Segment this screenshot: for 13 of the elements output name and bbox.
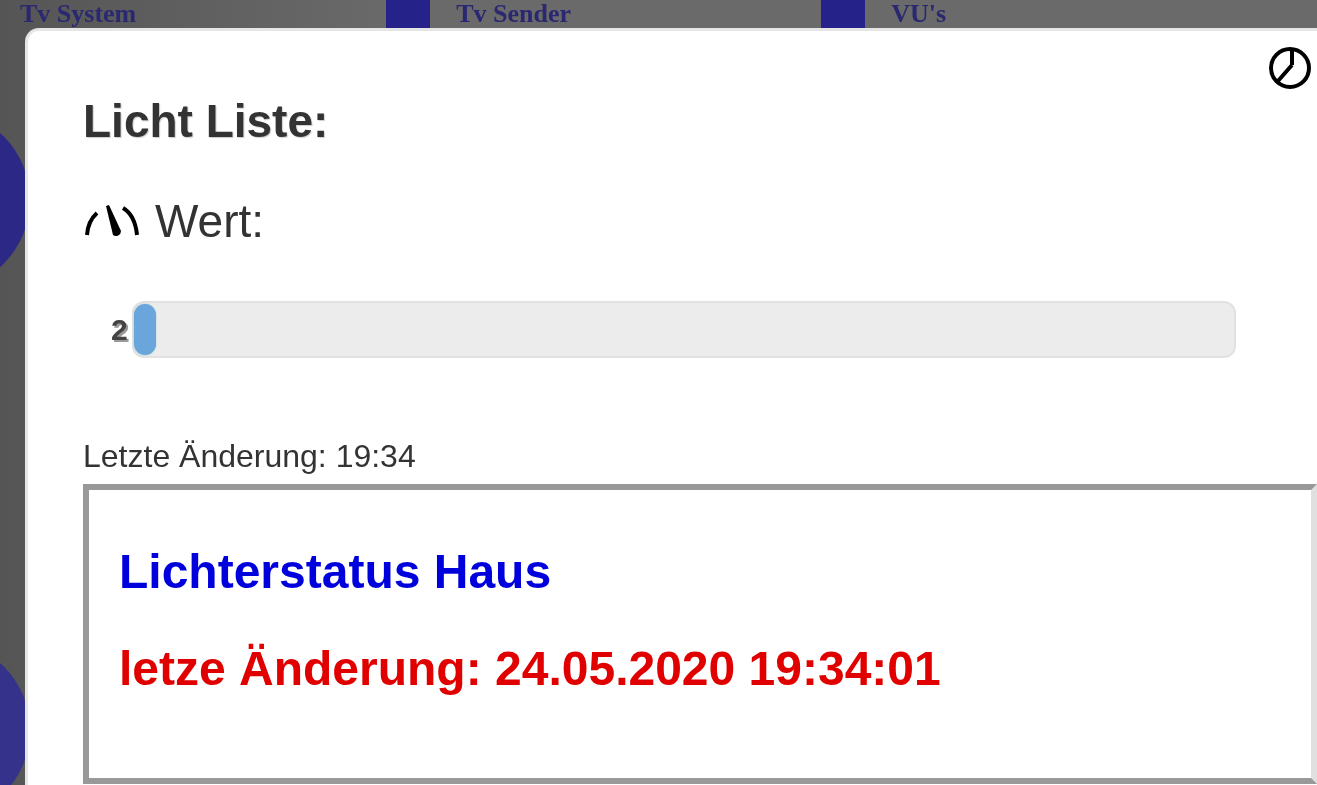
gauge-icon [83,203,141,239]
tab-marker [386,0,431,28]
last-change-text: Letzte Änderung: 19:34 [83,437,417,476]
background-tab[interactable]: Tv Sender [456,0,572,28]
value-label: Wert: [155,194,265,249]
tab-marker [821,0,866,28]
dialog-title: Licht Liste: [83,94,330,149]
slider-value: 2 [111,312,128,347]
status-timestamp: letze Änderung: 24.05.2020 19:34:01 [119,641,942,697]
slider-thumb[interactable] [133,304,156,355]
status-heading: Lichterstatus Haus [119,544,553,600]
background-tab[interactable]: VU's [891,0,947,28]
slider-track[interactable] [131,301,1236,358]
